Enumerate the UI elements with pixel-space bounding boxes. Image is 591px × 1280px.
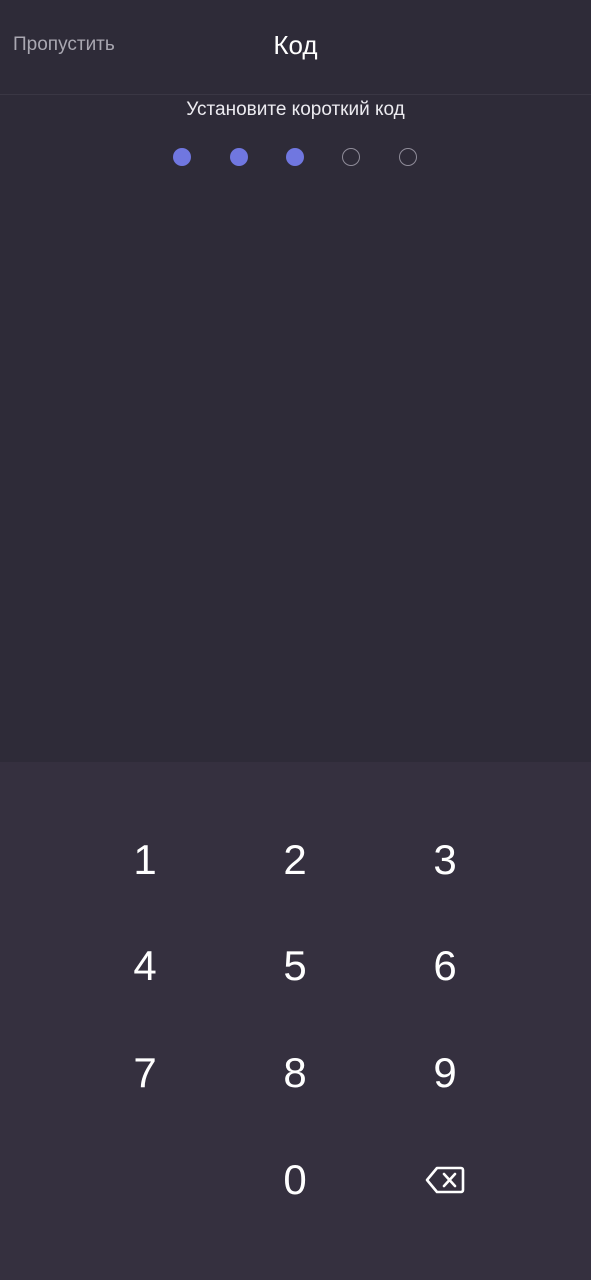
key-9[interactable]: 9	[375, 1028, 515, 1118]
pin-dot-empty	[342, 148, 360, 166]
key-5[interactable]: 5	[225, 921, 365, 1011]
key-label: 9	[433, 1049, 457, 1096]
top-bar: Пропустить Код	[0, 0, 591, 95]
key-2[interactable]: 2	[225, 815, 365, 905]
key-label: 6	[433, 942, 457, 989]
key-label: 1	[133, 836, 157, 883]
key-1[interactable]: 1	[75, 815, 215, 905]
key-label: 4	[133, 942, 157, 989]
pin-dot-filled	[173, 148, 191, 166]
pin-dot-empty	[399, 148, 417, 166]
key-0[interactable]: 0	[225, 1135, 365, 1225]
key-label: 0	[283, 1156, 307, 1203]
numeric-keypad: 1 2 3 4 5 6 7 8 9 0	[0, 762, 591, 1280]
key-8[interactable]: 8	[225, 1028, 365, 1118]
key-7[interactable]: 7	[75, 1028, 215, 1118]
page-title: Код	[273, 30, 318, 60]
pin-dot-filled	[230, 148, 248, 166]
pin-indicator	[173, 148, 419, 166]
key-4[interactable]: 4	[75, 921, 215, 1011]
key-3[interactable]: 3	[375, 815, 515, 905]
backspace-icon	[425, 1166, 465, 1194]
backspace-button[interactable]	[375, 1135, 515, 1225]
key-6[interactable]: 6	[375, 921, 515, 1011]
key-label: 3	[433, 836, 457, 883]
key-label: 8	[283, 1049, 307, 1096]
key-label: 5	[283, 942, 307, 989]
pin-prompt: Установите короткий код	[186, 99, 405, 120]
pin-dot-filled	[286, 148, 304, 166]
key-label: 7	[133, 1049, 157, 1096]
key-label: 2	[283, 836, 307, 883]
